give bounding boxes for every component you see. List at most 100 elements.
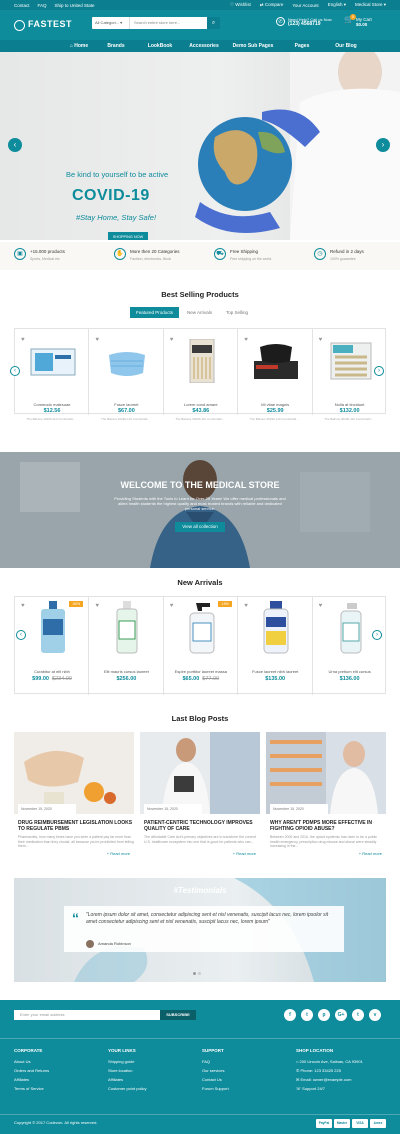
read-more-link[interactable]: + Read more: [233, 851, 256, 856]
tab-top-selling[interactable]: Top Selling: [220, 307, 254, 318]
shop-email[interactable]: ✉ Email: owner@example.com: [296, 1075, 363, 1084]
footer-link[interactable]: Our services: [202, 1066, 229, 1075]
vimeo-icon[interactable]: v: [369, 1009, 381, 1021]
footer-link[interactable]: Affiliates: [108, 1075, 146, 1084]
wishlist-heart-icon[interactable]: ♥: [244, 337, 248, 343]
search-input[interactable]: Search entire store here...: [130, 17, 207, 29]
search-icon[interactable]: ⌕: [207, 17, 220, 29]
wishlist-heart-icon[interactable]: ♥: [244, 603, 248, 609]
footer-link[interactable]: Terms of Service: [14, 1084, 49, 1093]
language-selector[interactable]: English ▾: [328, 2, 346, 8]
search-category-select[interactable]: All Categori... ▾: [92, 17, 130, 29]
product-tabs: Featured Products New Arrivals Top Selli…: [130, 307, 256, 318]
hero-tagline: Be kind to yourself to be active: [66, 170, 169, 179]
product-card[interactable]: ♥ -50% Curabitur at elit nibh $99.00 $234…: [15, 597, 90, 695]
top-bar: Contact FAQ Ship to United State ♡ Wishl…: [0, 0, 400, 10]
cart-count-badge: 0: [350, 14, 356, 20]
site-logo[interactable]: FASTEST: [14, 19, 72, 31]
read-more-link[interactable]: + Read more: [359, 851, 382, 856]
footer-link[interactable]: FAQ: [202, 1057, 229, 1066]
product-card[interactable]: ♥ Commodo malesuae $12.56: [15, 329, 90, 415]
product-image: [340, 603, 362, 654]
wishlist-heart-icon[interactable]: ♥: [95, 603, 99, 609]
footer-link[interactable]: Orders and Returns: [14, 1066, 49, 1075]
hero-prev-arrow-icon[interactable]: ‹: [8, 138, 22, 152]
store-selector[interactable]: Medical Store ▾: [355, 2, 386, 8]
blog-title[interactable]: DRUG REIMBURSEMENT LEGISLATION LOOKS TO …: [18, 820, 134, 832]
product-card[interactable]: ♥ Mi vitae magnis $25.99: [238, 329, 313, 415]
product-desc: The Balnius 30290-110 Comfortabl...: [100, 417, 150, 421]
top-link-faq[interactable]: FAQ: [38, 3, 47, 8]
wishlist-heart-icon[interactable]: ♥: [21, 603, 25, 609]
testimonial-card: “ "Lorem ipsum dolor sit amet, consectet…: [64, 906, 344, 952]
footer-link[interactable]: Customer point policy: [108, 1084, 146, 1093]
nav-home[interactable]: ⌂ Home: [64, 43, 94, 49]
top-link-wishlist[interactable]: ♡ Wishlist: [230, 2, 251, 8]
blog-title[interactable]: PATIENT-CENTRIC TECHNOLOGY IMPROVES QUAL…: [144, 820, 260, 832]
footer-link[interactable]: Shipping guide: [108, 1057, 146, 1066]
wishlist-heart-icon[interactable]: ♥: [21, 337, 25, 343]
tumblr-icon[interactable]: t: [352, 1009, 364, 1021]
product-card[interactable]: ♥ Elit mauris cursus laoreet $256.00: [89, 597, 164, 695]
footer-link[interactable]: Affiliates: [14, 1075, 49, 1084]
wishlist-heart-icon[interactable]: ♥: [95, 337, 99, 343]
hero-next-arrow-icon[interactable]: ›: [376, 138, 390, 152]
product-old-price: $234.00: [51, 676, 72, 682]
hero-pagination[interactable]: [190, 232, 200, 240]
google-plus-icon[interactable]: G+: [335, 1009, 347, 1021]
nav-accessories[interactable]: Accessories: [182, 43, 226, 49]
view-collection-button[interactable]: View all collection: [175, 522, 225, 532]
best-prev-arrow-icon[interactable]: ‹: [10, 366, 20, 376]
top-link-contact[interactable]: Contact: [14, 3, 30, 8]
footer-link[interactable]: Forum Support: [202, 1084, 229, 1093]
nav-demo-sub-pages[interactable]: Demo Sub Pages: [226, 43, 280, 49]
nav-brands[interactable]: Brands: [94, 43, 138, 49]
footer-link[interactable]: Store location: [108, 1066, 146, 1075]
nav-pages[interactable]: Pages: [280, 43, 324, 49]
blog-title[interactable]: WHY AREN'T PDMPS MORE EFFECTIVE IN FIGHT…: [270, 820, 386, 832]
phone-icon: ✆: [276, 17, 285, 26]
product-price: $65.00: [182, 676, 200, 682]
wishlist-heart-icon[interactable]: ♥: [319, 337, 323, 343]
newsletter-email-input[interactable]: Enter your email address: [14, 1010, 160, 1020]
facebook-icon[interactable]: f: [284, 1009, 296, 1021]
tab-featured-products[interactable]: Featured Products: [130, 307, 180, 318]
best-next-arrow-icon[interactable]: ›: [374, 366, 384, 376]
top-link-compare[interactable]: ⇄ Compare: [260, 2, 284, 8]
wishlist-heart-icon[interactable]: ♥: [319, 603, 323, 609]
product-card[interactable]: ♥ Urna pretium elit cursus $136.00: [313, 597, 387, 695]
nav-our-blog[interactable]: Our Blog: [324, 43, 368, 49]
twitter-icon[interactable]: t: [301, 1009, 313, 1021]
new-arrivals-title: New Arrivals: [177, 578, 223, 587]
arrivals-next-arrow-icon[interactable]: ›: [372, 630, 382, 640]
blog-post-card[interactable]: November 15, 2020 DRUG REIMBURSEMENT LEG…: [14, 732, 134, 862]
product-desc: The Balnius 30290-110 Comfortabl...: [26, 417, 76, 421]
subscribe-button[interactable]: SUBSCRIBE: [160, 1010, 196, 1020]
wishlist-heart-icon[interactable]: ♥: [170, 337, 174, 343]
cart-button[interactable]: 🛒 0 My Cart $0.00: [344, 14, 372, 27]
blog-date: November 15, 2020: [18, 804, 76, 814]
banner-description: Providing Students with the Tools to Lea…: [114, 496, 286, 511]
feature-refund: ◷ Refund in 2 days 100% guarantee: [300, 246, 400, 266]
blog-image: [14, 732, 134, 814]
footer-link[interactable]: Contact Us: [202, 1075, 229, 1084]
product-card[interactable]: ♥ Fusce laoreet nibh laoreet $135.00: [238, 597, 313, 695]
testimonial-pagination[interactable]: [192, 962, 202, 980]
product-card[interactable]: ♥ Fusce laoreet $67.00: [89, 329, 164, 415]
arrivals-prev-arrow-icon[interactable]: ‹: [16, 630, 26, 640]
shop-now-button[interactable]: SHOPPING NOW: [108, 232, 148, 240]
read-more-link[interactable]: + Read more: [107, 851, 130, 856]
product-card[interactable]: ♥ -15% Espire porttitor laoreet massa $6…: [164, 597, 239, 695]
top-link-ship[interactable]: Ship to United State: [55, 3, 95, 8]
tab-new-arrivals[interactable]: New Arrivals: [181, 307, 218, 318]
blog-post-card[interactable]: November 15, 2020 WHY AREN'T PDMPS MORE …: [266, 732, 386, 862]
product-card[interactable]: ♥ Lorem cond amare $43.86: [164, 329, 239, 415]
footer-link[interactable]: About Us: [14, 1057, 49, 1066]
wishlist-heart-icon[interactable]: ♥: [170, 603, 174, 609]
top-link-account[interactable]: Your Account: [292, 3, 318, 8]
main-nav: ⌂ Home Brands LookBook Accessories Demo …: [0, 40, 400, 52]
pinterest-icon[interactable]: p: [318, 1009, 330, 1021]
blog-post-card[interactable]: November 15, 2020 PATIENT-CENTRIC TECHNO…: [140, 732, 260, 862]
product-price: $99.00: [32, 676, 49, 682]
nav-lookbook[interactable]: LookBook: [138, 43, 182, 49]
